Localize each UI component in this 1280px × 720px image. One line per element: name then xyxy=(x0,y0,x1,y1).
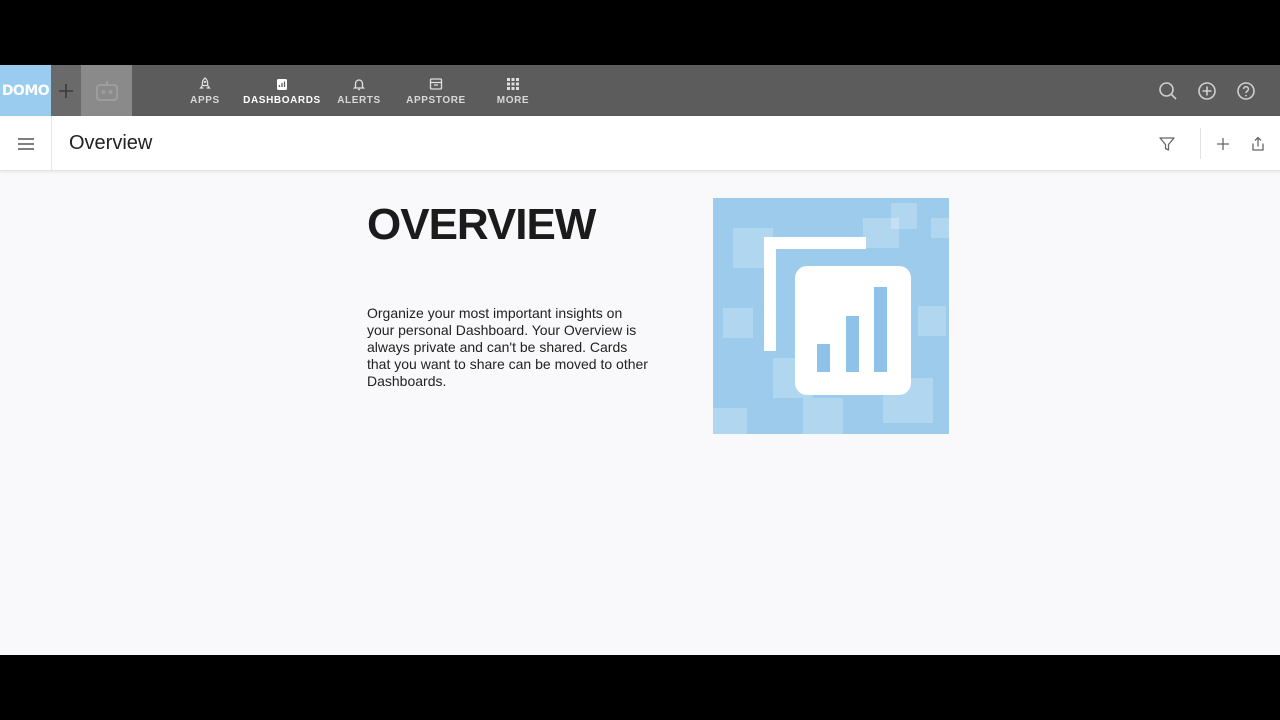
dashboard-icon xyxy=(275,76,289,92)
letterbox-top xyxy=(0,0,1280,65)
domo-logo[interactable]: DOMO xyxy=(0,65,51,116)
store-icon xyxy=(429,76,443,92)
bar-chart-card-icon xyxy=(764,237,911,395)
dashboard-illustration xyxy=(713,198,949,434)
filter-icon xyxy=(1159,137,1175,151)
share-icon xyxy=(1252,136,1264,151)
grid-icon xyxy=(507,76,519,92)
search-icon[interactable] xyxy=(1157,80,1179,102)
avatar[interactable] xyxy=(81,65,132,116)
overview-description: Organize your most important insights on… xyxy=(367,305,648,389)
page-title: Overview xyxy=(69,132,153,154)
robot-icon xyxy=(95,80,118,101)
app-window: DOMO APPS DASHBOARDS ALERTS APPSTORE MOR… xyxy=(0,65,1280,655)
letterbox-bottom xyxy=(0,655,1280,720)
plus-circle-icon[interactable] xyxy=(1196,80,1218,102)
nav-apps[interactable]: APPS xyxy=(180,65,230,116)
overview-heading: OVERVIEW xyxy=(367,200,596,249)
header-divider xyxy=(1200,128,1201,159)
rocket-icon xyxy=(198,76,212,92)
top-nav: DOMO APPS DASHBOARDS ALERTS APPSTORE MOR… xyxy=(0,65,1280,116)
bell-icon xyxy=(352,76,366,92)
nav-appstore[interactable]: APPSTORE xyxy=(404,65,468,116)
nav-dashboards[interactable]: DASHBOARDS xyxy=(243,65,321,116)
filter-button[interactable] xyxy=(1156,133,1178,155)
nav-alerts[interactable]: ALERTS xyxy=(334,65,384,116)
page-header: Overview xyxy=(0,116,1280,171)
nav-more[interactable]: MORE xyxy=(488,65,538,116)
share-button[interactable] xyxy=(1247,133,1269,155)
menu-button[interactable] xyxy=(0,116,52,171)
add-card-button[interactable] xyxy=(1212,133,1234,155)
plus-icon xyxy=(1217,138,1229,150)
help-icon[interactable] xyxy=(1235,80,1257,102)
hamburger-icon xyxy=(17,137,34,150)
add-icon[interactable] xyxy=(51,65,81,116)
